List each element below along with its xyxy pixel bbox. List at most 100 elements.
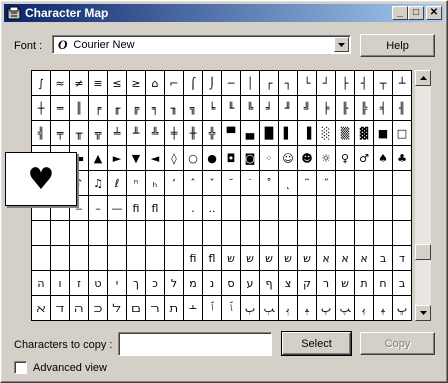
character-cell[interactable] (279, 196, 298, 221)
character-cell[interactable]: ˛ (279, 171, 298, 196)
character-cell[interactable]: ☼ (317, 146, 336, 171)
character-cell[interactable] (127, 221, 146, 246)
character-cell[interactable]: ˙ (241, 171, 260, 196)
character-cell[interactable] (241, 196, 260, 221)
character-cell[interactable]: ≥ (127, 71, 146, 96)
character-cell[interactable]: ╣ (32, 121, 51, 146)
character-cell[interactable]: ⌡ (203, 71, 222, 96)
character-cell[interactable]: ♂ (355, 146, 374, 171)
character-cell[interactable]: ד (393, 246, 412, 271)
character-cell[interactable] (70, 246, 89, 271)
character-cell[interactable]: ב (374, 246, 393, 271)
character-cell[interactable] (393, 171, 412, 196)
character-cell[interactable]: ﭓ (260, 296, 279, 321)
character-cell[interactable]: ע (241, 271, 260, 296)
character-cell[interactable]: ▌ (279, 121, 298, 146)
character-cell[interactable]: ● (203, 146, 222, 171)
character-cell[interactable]: ⌂ (146, 71, 165, 96)
character-cell[interactable] (260, 196, 279, 221)
character-grid[interactable]: ∫ ≈ ≠ ≡ ≤ ≥ ⌂ ⌐ ⌠ ⌡ ─ │ ┌ ┐ └ ┘ ├ ┤ ┬ ┴ ┼ ═ ║ ╒ ╓ ╔ ╕ ╖ ╗ ╘ ╙ ╚ ╛ ╜ ╝ ╞ ╟ ╠ ╡ ╢… (31, 70, 412, 321)
character-cell[interactable]: ר (317, 271, 336, 296)
characters-to-copy-field[interactable] (118, 332, 272, 356)
character-cell[interactable]: ט (89, 271, 108, 296)
character-cell[interactable]: ◊ (165, 146, 184, 171)
character-cell[interactable]: ʼ (165, 171, 184, 196)
character-cell[interactable]: כ (146, 271, 165, 296)
character-cell[interactable]: │ (241, 71, 260, 96)
character-cell[interactable]: □ (393, 121, 412, 146)
character-cell[interactable]: ש (336, 271, 355, 296)
character-cell[interactable]: ף (260, 271, 279, 296)
character-cell[interactable]: ﭘ (355, 296, 374, 321)
character-cell[interactable]: ﬥ (108, 296, 127, 321)
character-cell[interactable]: fl (146, 196, 165, 221)
character-cell[interactable] (355, 171, 374, 196)
grid-scrollbar[interactable] (415, 70, 431, 321)
character-cell[interactable]: ﭙ (374, 296, 393, 321)
character-cell[interactable]: ה (32, 271, 51, 296)
character-cell[interactable] (127, 246, 146, 271)
character-cell[interactable]: ║ (70, 96, 89, 121)
character-cell[interactable] (279, 221, 298, 246)
character-cell[interactable] (336, 221, 355, 246)
character-cell[interactable] (298, 221, 317, 246)
character-cell[interactable]: ▼ (127, 146, 146, 171)
character-cell[interactable]: ˝ (317, 171, 336, 196)
close-button[interactable]: ✕ (426, 6, 442, 20)
character-cell[interactable]: ╠ (355, 96, 374, 121)
character-cell[interactable] (165, 246, 184, 271)
character-cell[interactable]: ק (298, 271, 317, 296)
font-dropdown-button[interactable] (334, 37, 349, 52)
character-cell[interactable] (336, 171, 355, 196)
character-cell[interactable] (32, 221, 51, 246)
character-cell[interactable]: ש (279, 246, 298, 271)
character-cell[interactable]: ╡ (374, 96, 393, 121)
character-cell[interactable]: ╘ (203, 96, 222, 121)
character-cell[interactable]: ﬢ (51, 296, 70, 321)
character-cell[interactable]: נ (203, 271, 222, 296)
character-cell[interactable] (317, 221, 336, 246)
character-cell[interactable]: ○ (184, 146, 203, 171)
character-cell[interactable]: ﭑ (222, 296, 241, 321)
help-button[interactable]: Help (360, 34, 435, 57)
character-cell[interactable]: ≠ (70, 71, 89, 96)
character-cell[interactable]: ≤ (108, 71, 127, 96)
scroll-up-button[interactable] (415, 70, 431, 86)
character-cell[interactable]: י (108, 271, 127, 296)
character-cell[interactable]: ┌ (260, 71, 279, 96)
advanced-view-checkbox-row[interactable]: Advanced view (14, 361, 107, 374)
character-cell[interactable]: ╤ (51, 121, 70, 146)
advanced-view-checkbox[interactable] (14, 361, 27, 374)
character-cell[interactable]: ▓ (355, 121, 374, 146)
character-cell[interactable]: ┼ (32, 96, 51, 121)
character-cell[interactable] (146, 246, 165, 271)
character-cell[interactable]: ╛ (260, 96, 279, 121)
character-cell[interactable]: ﬦ (127, 296, 146, 321)
character-cell[interactable]: ╩ (146, 121, 165, 146)
character-cell[interactable]: ﭒ (241, 296, 260, 321)
character-cell[interactable]: ┘ (317, 71, 336, 96)
character-cell[interactable]: ˘ (222, 171, 241, 196)
scroll-down-button[interactable] (415, 305, 431, 321)
character-cell[interactable]: .. (203, 196, 222, 221)
character-cell[interactable]: ■ (374, 121, 393, 146)
character-cell[interactable]: fi (184, 246, 203, 271)
character-cell[interactable] (165, 221, 184, 246)
character-cell[interactable]: ב (393, 271, 412, 296)
character-cell[interactable]: – (89, 196, 108, 221)
character-cell[interactable] (241, 221, 260, 246)
character-cell[interactable]: ╫ (184, 121, 203, 146)
character-cell[interactable]: ˇ (203, 171, 222, 196)
character-cell[interactable]: ﬩ (184, 296, 203, 321)
character-cell[interactable] (108, 246, 127, 271)
character-cell[interactable]: — (108, 196, 127, 221)
character-cell[interactable]: ┴ (393, 71, 412, 96)
character-cell[interactable]: ╚ (241, 96, 260, 121)
character-cell[interactable]: ﭚ (393, 296, 412, 321)
character-cell[interactable]: ♫ (89, 171, 108, 196)
character-cell[interactable]: ל (165, 271, 184, 296)
character-cell[interactable] (355, 221, 374, 246)
character-cell[interactable]: ╧ (108, 121, 127, 146)
character-cell[interactable] (146, 221, 165, 246)
character-cell[interactable]: ⌐ (165, 71, 184, 96)
